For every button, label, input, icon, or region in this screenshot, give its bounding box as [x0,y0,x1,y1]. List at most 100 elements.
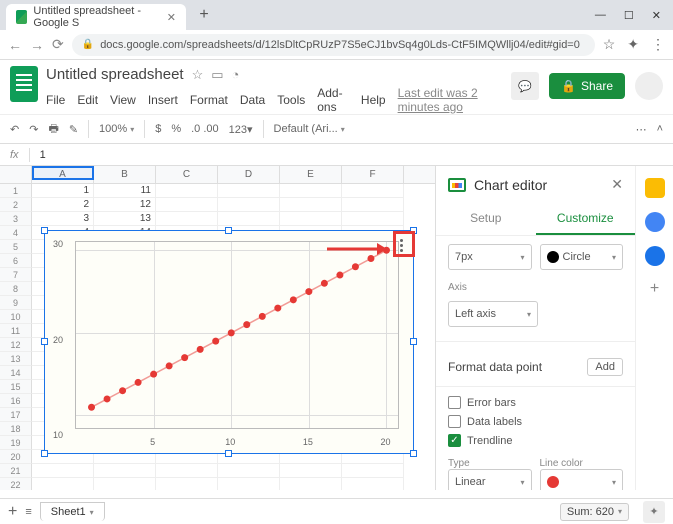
select-all-corner[interactable] [0,166,32,183]
doc-title[interactable]: Untitled spreadsheet [46,66,184,83]
formula-bar[interactable]: fx 1 [0,144,673,166]
point-size-select[interactable]: 7px▾ [448,244,532,270]
resize-handle[interactable] [41,338,48,345]
redo-icon[interactable]: ↷ [29,123,38,136]
cell[interactable] [218,478,280,490]
cell[interactable] [342,464,404,478]
row-header[interactable]: 6 [0,254,32,268]
trendline-checkbox[interactable]: ✓Trendline [436,431,635,450]
line-color-select[interactable]: ▾ [540,469,624,490]
col-header[interactable]: A [32,166,94,183]
cell[interactable]: 1 [32,184,94,198]
resize-handle[interactable] [41,450,48,457]
paint-format-icon[interactable]: ✎ [69,123,78,136]
share-button[interactable]: 🔒 Share [549,73,625,99]
cell[interactable] [156,464,218,478]
sheets-logo-icon[interactable] [10,66,38,102]
cell[interactable] [280,184,342,198]
currency-icon[interactable]: $ [155,123,161,135]
cell[interactable] [218,464,280,478]
row-header[interactable]: 17 [0,408,32,422]
col-header[interactable]: C [156,166,218,183]
tab-setup[interactable]: Setup [436,203,536,235]
resize-handle[interactable] [225,450,232,457]
trendline-type-select[interactable]: Linear▾ [448,469,532,490]
cell[interactable]: 12 [94,198,156,212]
row-header[interactable]: 22 [0,478,32,490]
row-header[interactable]: 19 [0,436,32,450]
row-header[interactable]: 3 [0,212,32,226]
cell[interactable]: 11 [94,184,156,198]
add-addon-icon[interactable]: + [650,280,659,298]
star-icon[interactable]: ☆ [603,36,616,53]
zoom-select[interactable]: 100% ▾ [99,123,134,135]
comments-button[interactable]: 💬 [511,72,539,100]
reload-icon[interactable]: ⟳ [52,36,64,53]
row-header[interactable]: 11 [0,324,32,338]
axis-select[interactable]: Left axis▾ [448,301,538,327]
point-shape-select[interactable]: Circle▾ [540,244,624,270]
row-header[interactable]: 13 [0,352,32,366]
resize-handle[interactable] [410,338,417,345]
back-icon[interactable]: ← [8,37,22,53]
url-field[interactable]: 🔒 docs.google.com/spreadsheets/d/12lsDlt… [72,34,595,56]
menu-help[interactable]: Help [361,93,386,107]
cell[interactable] [342,478,404,490]
error-bars-checkbox[interactable]: Error bars [436,393,635,412]
row-header[interactable]: 20 [0,450,32,464]
row-header[interactable]: 18 [0,422,32,436]
font-select[interactable]: Default (Ari... ▾ [274,123,345,135]
row-header[interactable]: 15 [0,380,32,394]
star-doc-icon[interactable]: ☆ [192,67,204,83]
extensions-icon[interactable]: ✦ [627,36,639,53]
add-data-point-button[interactable]: Add [587,358,623,376]
cell[interactable] [342,184,404,198]
all-sheets-button[interactable]: ≡ [25,506,31,518]
row-header[interactable]: 2 [0,198,32,212]
undo-icon[interactable]: ↶ [10,123,19,136]
cell[interactable] [94,478,156,490]
toolbar-overflow-icon[interactable]: ⋯ [636,123,647,136]
print-icon[interactable]: 🖶 [48,120,58,139]
cell[interactable] [280,198,342,212]
resize-handle[interactable] [41,227,48,234]
resize-handle[interactable] [410,450,417,457]
row-header[interactable]: 1 [0,184,32,198]
cell[interactable] [94,464,156,478]
collapse-toolbar-icon[interactable]: ˄ [657,123,663,135]
cell[interactable] [32,478,94,490]
cell[interactable] [156,198,218,212]
percent-icon[interactable]: % [171,123,181,135]
spreadsheet-grid[interactable]: A B C D E F 1111221233134414567891011121… [0,166,435,490]
col-header[interactable]: D [218,166,280,183]
last-edit-link[interactable]: Last edit was 2 minutes ago [398,86,503,114]
cell[interactable] [156,478,218,490]
close-tab-icon[interactable]: ✕ [167,11,176,24]
cell[interactable] [280,478,342,490]
cell[interactable] [218,212,280,226]
more-formats[interactable]: 123▾ [229,123,253,136]
sheet-tab[interactable]: Sheet1 ▾ [40,502,105,521]
cell[interactable] [156,212,218,226]
menu-format[interactable]: Format [190,93,228,107]
row-header[interactable]: 21 [0,464,32,478]
cell[interactable] [218,184,280,198]
cell[interactable]: 3 [32,212,94,226]
keep-icon[interactable] [645,212,665,232]
row-header[interactable]: 14 [0,366,32,380]
maximize-icon[interactable]: ☐ [624,9,634,22]
col-header[interactable]: B [94,166,156,183]
menu-tools[interactable]: Tools [277,93,305,107]
menu-data[interactable]: Data [240,93,265,107]
menu-insert[interactable]: Insert [148,93,178,107]
row-header[interactable]: 10 [0,310,32,324]
close-panel-icon[interactable]: ✕ [611,176,623,193]
add-sheet-button[interactable]: + [8,503,17,521]
menu-view[interactable]: View [110,93,136,107]
tasks-icon[interactable] [645,246,665,266]
forward-icon[interactable]: → [30,37,44,53]
data-labels-checkbox[interactable]: Data labels [436,412,635,431]
cell[interactable] [342,198,404,212]
cell[interactable]: 13 [94,212,156,226]
row-header[interactable]: 12 [0,338,32,352]
